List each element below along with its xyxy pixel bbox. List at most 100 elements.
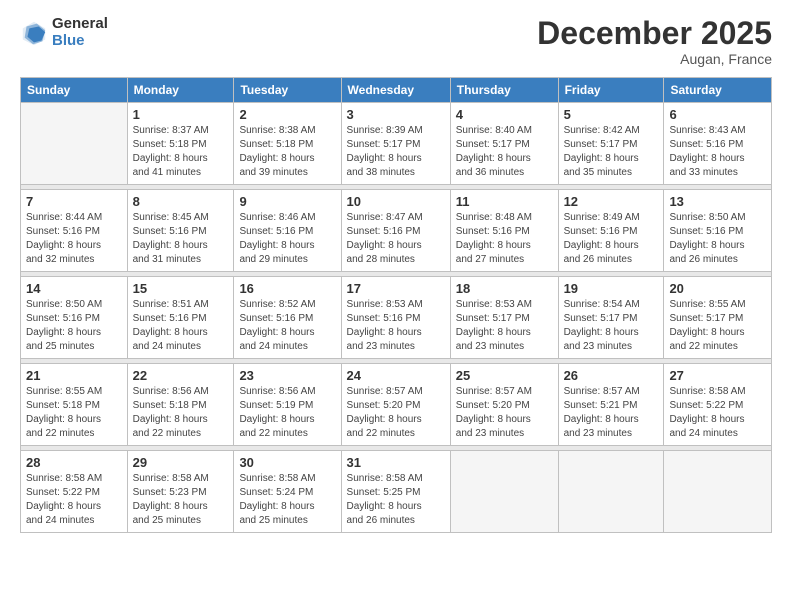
day-cell: 23Sunrise: 8:56 AMSunset: 5:19 PMDayligh… bbox=[234, 364, 341, 446]
day-number: 9 bbox=[239, 194, 335, 209]
day-cell: 18Sunrise: 8:53 AMSunset: 5:17 PMDayligh… bbox=[450, 277, 558, 359]
day-cell: 12Sunrise: 8:49 AMSunset: 5:16 PMDayligh… bbox=[558, 190, 664, 272]
day-info: Sunrise: 8:50 AMSunset: 5:16 PMDaylight:… bbox=[669, 211, 766, 267]
sunset-text: Sunset: 5:16 PM bbox=[239, 226, 313, 237]
day-info: Sunrise: 8:57 AMSunset: 5:20 PMDaylight:… bbox=[456, 385, 553, 441]
day-cell: 21Sunrise: 8:55 AMSunset: 5:18 PMDayligh… bbox=[21, 364, 128, 446]
daylight-text: Daylight: 8 hours bbox=[347, 153, 422, 164]
day-number: 18 bbox=[456, 281, 553, 296]
day-cell: 28Sunrise: 8:58 AMSunset: 5:22 PMDayligh… bbox=[21, 451, 128, 533]
daylight-minutes: and 28 minutes bbox=[347, 254, 415, 265]
day-number: 2 bbox=[239, 107, 335, 122]
day-cell: 10 Sunrise: 8:47 AMSunset: 5:16 PMDayligh… bbox=[341, 190, 450, 272]
sunset-text: Sunset: 5:18 PM bbox=[133, 400, 207, 411]
calendar: Sunday Monday Tuesday Wednesday Thursday… bbox=[20, 77, 772, 533]
daylight-minutes: and 25 minutes bbox=[26, 341, 94, 352]
title-block: December 2025 Augan, France bbox=[537, 16, 772, 67]
sunrise-text: Sunrise: 8:50 AM bbox=[669, 212, 745, 223]
day-number: 26 bbox=[564, 368, 659, 383]
header: General Blue December 2025 Augan, France bbox=[20, 16, 772, 67]
sunset-text: Sunset: 5:18 PM bbox=[26, 400, 100, 411]
day-cell: 24Sunrise: 8:57 AMSunset: 5:20 PMDayligh… bbox=[341, 364, 450, 446]
day-number: 28 bbox=[26, 455, 122, 470]
daylight-minutes: and 24 minutes bbox=[26, 515, 94, 526]
day-cell: 1 Sunrise: 8:37 AMSunset: 5:18 PMDaylight… bbox=[127, 103, 234, 185]
sunset-text: Sunset: 5:17 PM bbox=[564, 139, 638, 150]
day-info: Sunrise: 8:56 AMSunset: 5:18 PMDaylight:… bbox=[133, 385, 229, 441]
week-row-2: 14Sunrise: 8:50 AMSunset: 5:16 PMDayligh… bbox=[21, 277, 772, 359]
daylight-minutes: and 38 minutes bbox=[347, 167, 415, 178]
day-info: Sunrise: 8:44 AMSunset: 5:16 PMDaylight:… bbox=[26, 211, 122, 267]
daylight-text: Daylight: 8 hours bbox=[133, 327, 208, 338]
day-number: 17 bbox=[347, 281, 445, 296]
day-info: Sunrise: 8:58 AMSunset: 5:22 PMDaylight:… bbox=[669, 385, 766, 441]
col-friday: Friday bbox=[558, 78, 664, 103]
day-info: Sunrise: 8:52 AMSunset: 5:16 PMDaylight:… bbox=[239, 298, 335, 354]
daylight-minutes: and 35 minutes bbox=[564, 167, 632, 178]
sunrise-text: Sunrise: 8:56 AM bbox=[239, 386, 315, 397]
day-info: Sunrise: 8:53 AMSunset: 5:16 PMDaylight:… bbox=[347, 298, 445, 354]
sunset-text: Sunset: 5:16 PM bbox=[669, 139, 743, 150]
sunrise-text: Sunrise: 8:39 AM bbox=[347, 125, 423, 136]
daylight-minutes: and 22 minutes bbox=[669, 341, 737, 352]
sunrise-text: Sunrise: 8:37 AM bbox=[133, 125, 209, 136]
day-cell: 31 Sunrise: 8:58 AMSunset: 5:25 PMDayligh… bbox=[341, 451, 450, 533]
week-row-3: 21Sunrise: 8:55 AMSunset: 5:18 PMDayligh… bbox=[21, 364, 772, 446]
day-cell: 13Sunrise: 8:50 AMSunset: 5:16 PMDayligh… bbox=[664, 190, 772, 272]
daylight-text: Daylight: 8 hours bbox=[239, 327, 314, 338]
sunset-text: Sunset: 5:17 PM bbox=[669, 313, 743, 324]
daylight-text: Daylight: 8 hours bbox=[456, 414, 531, 425]
daylight-text: Daylight: 8 hours bbox=[26, 414, 101, 425]
day-cell: 26 Sunrise: 8:57 AM Sunset: 5:21 PM Dayligh… bbox=[558, 364, 664, 446]
day-cell: 4Sunrise: 8:40 AMSunset: 5:17 PMDaylight… bbox=[450, 103, 558, 185]
day-info: Sunrise: 8:58 AMSunset: 5:25 PMDaylight:… bbox=[347, 472, 445, 528]
sunrise-text: Sunrise: 8:54 AM bbox=[564, 299, 640, 310]
daylight-text: Daylight: 8 hours bbox=[456, 153, 531, 164]
sunset-text: Sunset: 5:18 PM bbox=[239, 139, 313, 150]
sunset-text: Sunset: 5:16 PM bbox=[26, 313, 100, 324]
day-info: Sunrise: 8:51 AMSunset: 5:16 PMDaylight:… bbox=[133, 298, 229, 354]
sunset-text: Sunset: 5:16 PM bbox=[239, 313, 313, 324]
day-info: Sunrise: 8:37 AMSunset: 5:18 PMDaylight:… bbox=[133, 124, 229, 180]
daylight-minutes: and 24 minutes bbox=[133, 341, 201, 352]
daylight-text: Daylight: 8 hours bbox=[347, 414, 422, 425]
sunrise-text: Sunrise: 8:57 AM bbox=[564, 386, 640, 397]
daylight-text: Daylight: 8 hours bbox=[133, 501, 208, 512]
day-cell bbox=[450, 451, 558, 533]
daylight-text: Daylight: 8 hours bbox=[347, 327, 422, 338]
sunset-text: Sunset: 5:21 PM bbox=[564, 400, 638, 411]
daylight-minutes: and 22 minutes bbox=[26, 428, 94, 439]
page: General Blue December 2025 Augan, France… bbox=[0, 0, 792, 612]
daylight-text: Daylight: 8 hours bbox=[669, 327, 744, 338]
daylight-text: Daylight: 8 hours bbox=[456, 240, 531, 251]
col-saturday: Saturday bbox=[664, 78, 772, 103]
day-number: 10 bbox=[347, 194, 445, 209]
col-thursday: Thursday bbox=[450, 78, 558, 103]
sunrise-text: Sunrise: 8:55 AM bbox=[669, 299, 745, 310]
sunset-text: Sunset: 5:24 PM bbox=[239, 487, 313, 498]
day-cell: 17 Sunrise: 8:53 AMSunset: 5:16 PMDayligh… bbox=[341, 277, 450, 359]
day-number: 21 bbox=[26, 368, 122, 383]
daylight-text: Daylight: 8 hours bbox=[26, 240, 101, 251]
daylight-text: Daylight: 8 hours bbox=[133, 414, 208, 425]
sunset-text: Sunset: 5:16 PM bbox=[347, 226, 421, 237]
daylight-minutes: and 22 minutes bbox=[239, 428, 307, 439]
day-info: Sunrise: 8:56 AMSunset: 5:19 PMDaylight:… bbox=[239, 385, 335, 441]
day-cell bbox=[664, 451, 772, 533]
sunset-text: Sunset: 5:22 PM bbox=[669, 400, 743, 411]
day-number: 24 bbox=[347, 368, 445, 383]
day-number: 19 bbox=[564, 281, 659, 296]
day-number: 15 bbox=[133, 281, 229, 296]
day-cell: 5Sunrise: 8:42 AMSunset: 5:17 PMDaylight… bbox=[558, 103, 664, 185]
day-number: 31 bbox=[347, 455, 445, 470]
day-info: Sunrise: 8:47 AMSunset: 5:16 PMDaylight:… bbox=[347, 211, 445, 267]
sunrise-text: Sunrise: 8:44 AM bbox=[26, 212, 102, 223]
daylight-minutes: and 22 minutes bbox=[133, 428, 201, 439]
daylight-minutes: and 29 minutes bbox=[239, 254, 307, 265]
day-number: 12 bbox=[564, 194, 659, 209]
daylight-minutes: and 27 minutes bbox=[456, 254, 524, 265]
daylight-text: Daylight: 8 hours bbox=[564, 414, 639, 425]
day-number: 1 bbox=[133, 107, 229, 122]
day-number: 27 bbox=[669, 368, 766, 383]
daylight-minutes: and 23 minutes bbox=[456, 341, 524, 352]
